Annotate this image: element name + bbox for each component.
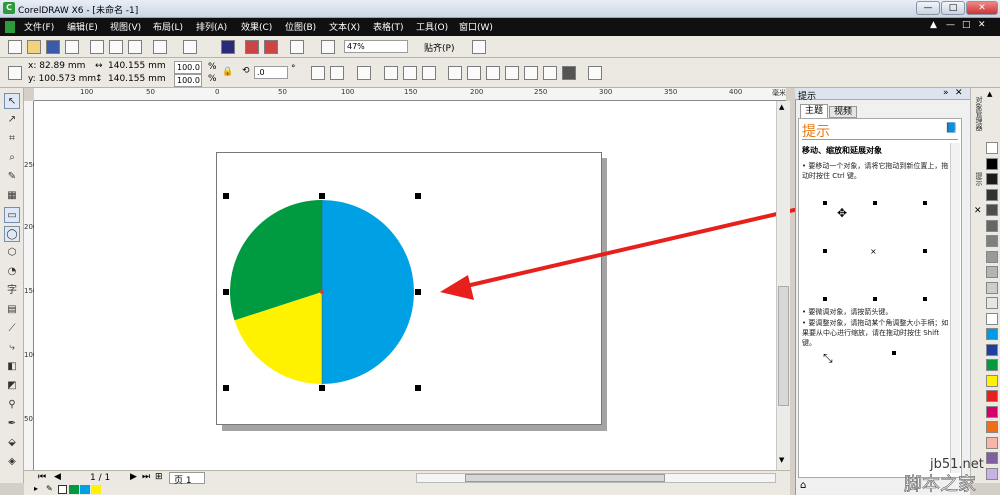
palette-swatch[interactable] xyxy=(986,204,998,216)
vtab-close-icon[interactable]: ✕ xyxy=(974,206,982,216)
selection-handle[interactable] xyxy=(319,385,325,391)
hint-text: 要移动一个对象，请将它拖动到新位置上，拖动时按住 Ctrl 键。 xyxy=(802,162,949,180)
selection-handle[interactable] xyxy=(415,289,421,295)
palette-swatch[interactable] xyxy=(986,188,998,201)
selection-handle[interactable] xyxy=(223,289,229,295)
resize-handle-sample xyxy=(892,351,896,355)
docker-vertical-tabs: 对象管理器 提示 ✕ xyxy=(970,88,984,483)
svg-text:×: × xyxy=(870,247,877,256)
hints-scrollbar[interactable] xyxy=(950,143,960,473)
docker-header: 提示 » ✕ xyxy=(795,88,970,102)
selection-handle[interactable] xyxy=(319,193,325,199)
last-page-icon[interactable]: ⏭ xyxy=(142,472,150,482)
palette-swatch[interactable] xyxy=(986,328,998,340)
vertical-scrollbar[interactable]: ▲ ▼ xyxy=(776,101,790,470)
prev-page-icon[interactable]: ◀ xyxy=(54,472,61,482)
palette-swatch[interactable] xyxy=(986,281,998,294)
palette-swatch[interactable] xyxy=(986,250,998,263)
pie-slice-blue[interactable] xyxy=(322,200,414,384)
hints-heading: 提示 xyxy=(802,124,830,140)
no-color-swatch[interactable] xyxy=(58,485,67,494)
palette-swatch[interactable] xyxy=(986,157,998,170)
page-counter: 1 / 1 xyxy=(90,473,111,483)
palette-swatch[interactable] xyxy=(986,142,998,154)
hint-text: 要调整对象，请拖动某个角调整大小手柄；如果要从中心进行缩放，请在拖动时按住 Sh… xyxy=(802,319,949,347)
first-page-icon[interactable]: ⏮ xyxy=(38,472,46,482)
document-color-blue[interactable] xyxy=(80,485,90,494)
arrow-icon: ▸ xyxy=(34,484,39,493)
palette-swatch[interactable] xyxy=(986,390,998,402)
palette-swatch[interactable] xyxy=(986,343,998,356)
page-navigator: ⏮ ◀ 1 / 1 ▶ ⏭ ⊞ 页 1 xyxy=(24,470,790,486)
tab-videos[interactable]: 视频 xyxy=(829,106,857,118)
watermark-name: 脚本之家 xyxy=(904,474,976,495)
horizontal-scrollbar[interactable] xyxy=(416,473,776,483)
next-page-icon[interactable]: ▶ xyxy=(130,472,137,482)
selection-handle[interactable] xyxy=(223,193,229,199)
add-page-icon[interactable]: ⊞ xyxy=(155,472,163,482)
palette-swatch[interactable] xyxy=(986,219,998,232)
hint-bullet-1: • 要移动一个对象，请将它拖动到新位置上，拖动时按住 Ctrl 键。 xyxy=(802,162,949,180)
docker-collapse-icon[interactable]: » xyxy=(943,88,949,98)
palette-swatch[interactable] xyxy=(986,405,998,418)
palette-swatch[interactable] xyxy=(986,374,998,387)
document-color-yellow[interactable] xyxy=(91,485,101,494)
vtab-object-manager[interactable]: 对象管理器 xyxy=(972,96,984,131)
rotation-center-marker[interactable] xyxy=(320,290,324,294)
palette-swatch[interactable] xyxy=(986,436,998,449)
hints-content: 提示 📘 移动、缩放和延展对象 • 要移动一个对象，请将它拖动到新位置上，拖动时… xyxy=(798,118,962,478)
palette-swatch[interactable] xyxy=(986,359,998,371)
hint-bullet-3: • 要调整对象，请拖动某个角调整大小手柄；如果要从中心进行缩放，请在拖动时按住 … xyxy=(802,319,949,347)
site-watermark: jb51.net 脚本之家 xyxy=(904,457,984,495)
resize-cursor-icon: ⤡ xyxy=(823,351,833,365)
docker-close-icon[interactable]: ✕ xyxy=(955,88,963,98)
vtab-hints[interactable]: 提示 xyxy=(972,172,984,186)
hscroll-thumb[interactable] xyxy=(465,474,665,482)
hint-bullet-2: • 要微调对象，请按箭头键。 xyxy=(802,308,893,316)
status-bar: ▸ ✎ xyxy=(24,484,790,495)
palette-up-icon[interactable]: ▲ xyxy=(987,90,992,98)
eyedropper-icon[interactable]: ✎ xyxy=(46,484,53,493)
scroll-thumb[interactable] xyxy=(778,286,789,406)
divider xyxy=(802,139,958,140)
selection-handle[interactable] xyxy=(415,385,421,391)
palette-swatch[interactable] xyxy=(986,312,998,325)
scroll-down-icon[interactable]: ▼ xyxy=(779,456,788,465)
palette-swatch[interactable] xyxy=(986,235,998,247)
annotation-arrowhead xyxy=(440,275,474,300)
hints-book-icon[interactable]: 📘 xyxy=(945,123,957,134)
palette-swatch[interactable] xyxy=(986,266,998,278)
hint-text: 要微调对象，请按箭头键。 xyxy=(808,308,893,316)
move-illustration: × ✥ xyxy=(823,201,927,301)
selection-handle[interactable] xyxy=(415,193,421,199)
hints-subheading: 移动、缩放和延展对象 xyxy=(802,146,882,155)
scroll-up-icon[interactable]: ▲ xyxy=(779,103,788,112)
tab-topics[interactable]: 主题 xyxy=(800,104,828,118)
watermark-url: jb51.net xyxy=(929,457,984,472)
page-tab[interactable]: 页 1 xyxy=(169,472,205,486)
svg-text:✥: ✥ xyxy=(837,206,847,220)
palette-swatch[interactable] xyxy=(986,421,998,433)
selection-handle[interactable] xyxy=(223,385,229,391)
docker-title: 提示 xyxy=(798,92,817,102)
palette-swatch[interactable] xyxy=(986,297,998,309)
document-color-green[interactable] xyxy=(69,485,79,494)
palette-swatch[interactable] xyxy=(986,173,998,185)
docker-home-icon[interactable]: ⌂ xyxy=(800,480,806,491)
